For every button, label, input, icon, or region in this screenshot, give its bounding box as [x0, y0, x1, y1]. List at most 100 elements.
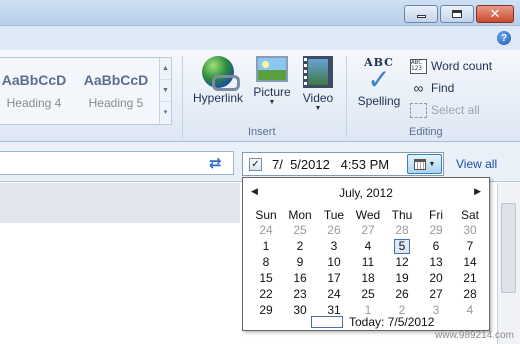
- weekday-header: Wed: [355, 208, 381, 222]
- today-label: Today: 7/5/2012: [349, 315, 435, 329]
- style-heading-4[interactable]: AaBbCcD Heading 4: [0, 62, 72, 120]
- ribbon-tab-strip: [0, 26, 520, 50]
- group-separator: [346, 56, 347, 138]
- style-heading-5[interactable]: AaBbCcD Heading 5: [78, 62, 154, 120]
- calendar-week-row: 24 25 26 27 28 29 30: [249, 222, 487, 238]
- watermark: www.989214.com: [435, 330, 514, 341]
- style-name: Heading 5: [88, 96, 144, 110]
- calendar-day[interactable]: 19: [385, 270, 419, 286]
- calendar-day[interactable]: 18: [351, 270, 385, 286]
- select-all-icon: [410, 102, 427, 118]
- calendar-day[interactable]: 27: [419, 286, 453, 302]
- close-icon: ✕: [489, 6, 501, 22]
- style-sample: AaBbCcD: [83, 72, 149, 88]
- datetime-picker[interactable]: ✓ 7/ 5/2012 4:53 PM ▼: [242, 152, 444, 176]
- calendar-month-title[interactable]: July, 2012: [243, 186, 489, 200]
- calendar-dropdown-button[interactable]: ▼: [407, 154, 442, 174]
- calendar-day[interactable]: 3: [317, 238, 351, 254]
- vertical-scrollbar[interactable]: [497, 183, 520, 344]
- month-calendar-popup: ◀ July, 2012 ▶ Sun Mon Tue Wed Thu Fri Sat 24 2…: [242, 177, 490, 331]
- calendar-day[interactable]: 4: [351, 238, 385, 254]
- view-all-link[interactable]: View all: [456, 157, 497, 171]
- binoculars-icon: ∞: [413, 80, 424, 96]
- weekday-header: Fri: [429, 208, 443, 222]
- video-button[interactable]: Video ▼: [298, 56, 338, 113]
- group-separator: [182, 56, 183, 138]
- calendar-day[interactable]: 29: [419, 222, 453, 238]
- editing-group-label: Editing: [409, 126, 443, 138]
- find-label: Find: [431, 81, 455, 95]
- chevron-down-icon: ▼: [428, 160, 436, 168]
- calendar-day[interactable]: 23: [283, 286, 317, 302]
- address-input[interactable]: [0, 151, 234, 175]
- help-icon[interactable]: ?: [497, 31, 511, 45]
- style-name: Heading 4: [6, 96, 62, 110]
- calendar-day[interactable]: 12: [385, 254, 419, 270]
- hyperlink-label: Hyperlink: [192, 91, 243, 105]
- today-link[interactable]: Today: 7/5/2012: [311, 315, 434, 329]
- calendar-icon: [413, 158, 426, 170]
- calendar-day[interactable]: 14: [453, 254, 487, 270]
- scrollbar-thumb[interactable]: [501, 203, 516, 293]
- calendar-day[interactable]: 30: [453, 222, 487, 238]
- datetime-value[interactable]: 7/ 5/2012 4:53 PM: [272, 157, 389, 172]
- weekday-header: Mon: [288, 208, 312, 222]
- datetime-checkbox[interactable]: ✓: [249, 158, 262, 171]
- gallery-scroll[interactable]: ▲ ▼ ▾: [159, 58, 171, 124]
- calendar-day[interactable]: 13: [419, 254, 453, 270]
- calendar-day[interactable]: 8: [249, 254, 283, 270]
- calendar-day[interactable]: 20: [419, 270, 453, 286]
- calendar-day[interactable]: 7: [453, 238, 487, 254]
- sync-icon[interactable]: ⇄: [209, 156, 222, 171]
- calendar-day[interactable]: 17: [317, 270, 351, 286]
- styles-gallery: AaBbCcD Heading 4 AaBbCcD Heading 5 ▲ ▼ …: [0, 57, 172, 125]
- calendar-day[interactable]: 6: [419, 238, 453, 254]
- calendar-day[interactable]: 25: [283, 222, 317, 238]
- spelling-button[interactable]: ABC ✓ Spelling: [354, 56, 404, 108]
- hyperlink-button[interactable]: Hyperlink: [190, 56, 246, 105]
- spelling-label: Spelling: [357, 94, 401, 108]
- calendar-day[interactable]: 24: [249, 222, 283, 238]
- gallery-up-icon[interactable]: ▲: [160, 58, 171, 80]
- next-month-icon[interactable]: ▶: [474, 186, 481, 197]
- calendar-day[interactable]: 22: [249, 286, 283, 302]
- calendar-week-row: 15 16 17 18 19 20 21: [249, 270, 487, 286]
- word-count-button[interactable]: ABC 123 Word count: [410, 56, 492, 76]
- checkmark-icon: ✓: [367, 63, 391, 96]
- close-button[interactable]: ✕: [476, 5, 514, 23]
- select-all-label: Select all: [431, 103, 480, 117]
- calendar-day[interactable]: 4: [453, 302, 487, 318]
- calendar-day[interactable]: 28: [385, 222, 419, 238]
- calendar-day[interactable]: 25: [351, 286, 385, 302]
- gallery-down-icon[interactable]: ▼: [160, 80, 171, 102]
- calendar-day[interactable]: 24: [317, 286, 351, 302]
- calendar-day[interactable]: 26: [317, 222, 351, 238]
- calendar-day[interactable]: 21: [453, 270, 487, 286]
- find-button[interactable]: ∞ Find: [410, 78, 455, 98]
- calendar-day[interactable]: 5: [385, 238, 419, 254]
- calendar-day[interactable]: 2: [283, 238, 317, 254]
- globe-link-icon: [202, 56, 240, 91]
- calendar-day[interactable]: 27: [351, 222, 385, 238]
- picture-button[interactable]: Picture ▼: [250, 56, 294, 107]
- weekday-header: Thu: [391, 208, 413, 222]
- calendar-day[interactable]: 9: [283, 254, 317, 270]
- calendar-day[interactable]: 11: [351, 254, 385, 270]
- minimize-button[interactable]: [404, 5, 438, 23]
- weekday-header: Tue: [323, 208, 345, 222]
- calendar-day[interactable]: 1: [249, 238, 283, 254]
- calendar-day[interactable]: 10: [317, 254, 351, 270]
- calendar-day[interactable]: 29: [249, 302, 283, 318]
- calendar-week-row: 8 9 10 11 12 13 14: [249, 254, 487, 270]
- calendar-day[interactable]: 28: [453, 286, 487, 302]
- select-all-button[interactable]: Select all: [410, 100, 480, 120]
- title-bar: ✕: [0, 0, 520, 26]
- gallery-more-icon[interactable]: ▾: [160, 102, 171, 124]
- calendar-day[interactable]: 26: [385, 286, 419, 302]
- video-label: Video: [302, 91, 334, 105]
- maximize-button[interactable]: [440, 5, 474, 23]
- video-icon: [303, 56, 333, 88]
- ribbon: AaBbCcD Heading 4 AaBbCcD Heading 5 ▲ ▼ …: [0, 50, 520, 142]
- calendar-day[interactable]: 16: [283, 270, 317, 286]
- calendar-day[interactable]: 15: [249, 270, 283, 286]
